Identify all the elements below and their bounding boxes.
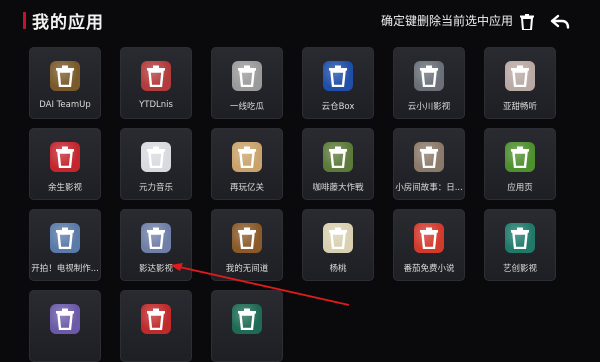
trash-icon [147, 65, 165, 87]
app-tile[interactable]: 再玩亿关 [211, 128, 283, 200]
page-title: 我的应用 [32, 13, 104, 33]
top-bar: 我的应用 确定键删除当前选中应用 [0, 0, 600, 44]
app-label: YTDLnis [139, 100, 173, 110]
trash-icon [420, 227, 438, 249]
app-tile[interactable]: 余生影视 [29, 128, 101, 200]
app-tile[interactable]: 咖啡藤大作戰 [302, 128, 374, 200]
app-label: 开拍！电视制作... [31, 264, 99, 274]
trash-icon [56, 227, 74, 249]
trash-icon [329, 146, 347, 168]
app-tile[interactable]: 云仓Box [302, 47, 374, 119]
app-tile[interactable]: 云小川影视 [393, 47, 465, 119]
app-tile[interactable] [211, 290, 283, 362]
delete-hint-text: 确定键删除当前选中应用 [381, 14, 514, 28]
trash-icon [420, 146, 438, 168]
trash-icon [511, 146, 529, 168]
app-label: 一线吃瓜 [229, 102, 264, 112]
app-label: 番茄免费小说 [403, 264, 455, 274]
app-tile[interactable]: 杨桃 [302, 209, 374, 281]
trash-icon [511, 65, 529, 87]
app-label: 云小川影视 [407, 102, 451, 112]
app-tile[interactable]: 影达影视 [120, 209, 192, 281]
trash-icon [511, 227, 529, 249]
app-tile[interactable]: 小房间故事：日... [393, 128, 465, 200]
app-tile[interactable]: 艺创影视 [484, 209, 556, 281]
app-tile[interactable]: DAI TeamUp [29, 47, 101, 119]
trash-icon [238, 65, 256, 87]
trash-icon [329, 227, 347, 249]
app-label: 影达影视 [138, 264, 173, 274]
app-tile[interactable] [29, 290, 101, 362]
trash-icon [147, 227, 165, 249]
app-tile[interactable] [120, 290, 192, 362]
app-tile[interactable]: YTDLnis [120, 47, 192, 119]
app-label: 元力音乐 [138, 183, 173, 193]
trash-icon [238, 227, 256, 249]
trash-icon [420, 65, 438, 87]
app-label: 应用页 [507, 183, 533, 193]
trash-icon [238, 146, 256, 168]
trash-icon[interactable] [515, 10, 539, 34]
trash-icon [147, 308, 165, 330]
app-label: 我的无间道 [225, 264, 269, 274]
app-label: 再玩亿关 [229, 183, 264, 193]
trash-icon [56, 308, 74, 330]
trash-icon [56, 65, 74, 87]
app-tile[interactable]: 我的无间道 [211, 209, 283, 281]
app-label: 咖啡藤大作戰 [312, 183, 364, 193]
app-label: 艺创影视 [502, 264, 537, 274]
app-label: 亚甜畅听 [502, 102, 537, 112]
app-label: 杨桃 [329, 264, 347, 274]
trash-icon [329, 65, 347, 87]
trash-icon [147, 146, 165, 168]
trash-icon [56, 146, 74, 168]
app-label: 云仓Box [321, 102, 355, 112]
app-label: 小房间故事：日... [395, 183, 463, 193]
title-accent-bar [23, 12, 26, 29]
app-label: 余生影视 [47, 183, 82, 193]
app-tile[interactable]: 元力音乐 [120, 128, 192, 200]
app-tile[interactable]: 开拍！电视制作... [29, 209, 101, 281]
app-tile[interactable]: 一线吃瓜 [211, 47, 283, 119]
back-arrow-icon[interactable] [548, 10, 572, 34]
app-tile[interactable]: 番茄免费小说 [393, 209, 465, 281]
app-tile[interactable]: 亚甜畅听 [484, 47, 556, 119]
app-tile[interactable]: 应用页 [484, 128, 556, 200]
trash-icon [238, 308, 256, 330]
app-label: DAI TeamUp [39, 100, 91, 110]
